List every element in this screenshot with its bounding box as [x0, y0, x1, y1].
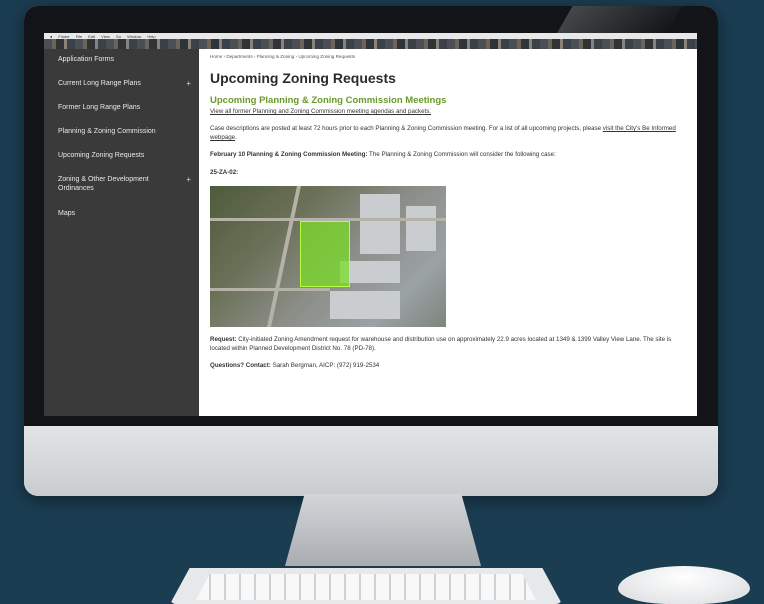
aerial-map-image: [210, 186, 446, 327]
mouse: [618, 566, 750, 604]
sidebar-item-maps[interactable]: Maps: [44, 209, 199, 233]
page-content: Application Forms Current Long Range Pla…: [44, 49, 697, 416]
sidebar-item-planning-zoning-commission[interactable]: Planning & Zoning Commission: [44, 127, 199, 151]
sidebar-item-current-long-range-plans[interactable]: Current Long Range Plans +: [44, 79, 199, 103]
menubar-item[interactable]: Window: [127, 34, 141, 39]
sidebar-item-zoning-ordinances[interactable]: Zoning & Other Development Ordinances +: [44, 175, 199, 209]
building-shape: [360, 194, 400, 254]
request-label: Request:: [210, 336, 237, 343]
sidebar-nav: Application Forms Current Long Range Pla…: [44, 49, 199, 416]
page-title: Upcoming Zoning Requests: [210, 70, 396, 86]
request-paragraph: Request: City-initiated Zoning Amendment…: [210, 335, 687, 353]
glass-reflection: [555, 6, 683, 36]
sidebar-item-label: Former Long Range Plans: [58, 104, 141, 111]
contact-text: Sarah Bergman, AICP: (972) 919-2534: [270, 362, 380, 369]
view-all-paragraph: View all former Planning and Zoning Comm…: [210, 107, 687, 116]
plus-icon[interactable]: +: [186, 79, 191, 88]
building-shape: [330, 291, 400, 319]
view-all-meetings-link[interactable]: View all former Planning and Zoning Comm…: [210, 108, 431, 115]
sidebar-item-label: Zoning & Other Development Ordinances: [58, 176, 149, 192]
road-shape: [267, 186, 301, 327]
monitor-stand: [285, 494, 481, 566]
breadcrumb[interactable]: Home › Departments › Planning & Zoning ›…: [210, 52, 687, 61]
menubar-item[interactable]: View: [101, 34, 110, 39]
menubar-item[interactable]: File: [76, 34, 82, 39]
menubar-item[interactable]: Finder: [58, 34, 69, 39]
imac-monitor: ● Finder File Edit View Go Window Help A…: [24, 6, 718, 496]
sidebar-item-upcoming-zoning-requests[interactable]: Upcoming Zoning Requests: [44, 151, 199, 175]
request-text: City-initiated Zoning Amendment request …: [210, 336, 672, 352]
building-shape: [406, 206, 436, 251]
sidebar-item-application-forms[interactable]: Application Forms: [44, 55, 199, 79]
sidebar-item-former-long-range-plans[interactable]: Former Long Range Plans: [44, 103, 199, 127]
section-title: Upcoming Planning & Zoning Commission Me…: [210, 95, 447, 106]
sidebar-item-label: Current Long Range Plans: [58, 80, 141, 87]
monitor-bezel: ● Finder File Edit View Go Window Help A…: [24, 6, 718, 426]
sidebar-item-label: Planning & Zoning Commission: [58, 128, 156, 135]
case-id: 25-ZA-02:: [210, 169, 239, 176]
road-shape: [210, 288, 330, 291]
keyboard-keys: [196, 574, 536, 600]
case-description-paragraph: Case descriptions are posted at least 72…: [210, 124, 687, 142]
sidebar-item-label: Maps: [58, 210, 76, 217]
menubar-item[interactable]: Go: [116, 34, 121, 39]
case-description-end: .: [235, 134, 237, 141]
sidebar-item-label: Application Forms: [58, 56, 115, 63]
main-content: Home › Departments › Planning & Zoning ›…: [199, 49, 697, 416]
menubar-item[interactable]: Edit: [88, 34, 95, 39]
meeting-paragraph: February 10 Planning & Zoning Commission…: [210, 150, 687, 159]
contact-paragraph: Questions? Contact: Sarah Bergman, AICP:…: [210, 361, 687, 370]
browser-screen: ● Finder File Edit View Go Window Help A…: [44, 33, 697, 416]
meeting-label: February 10 Planning & Zoning Commission…: [210, 151, 368, 158]
sidebar-item-label: Upcoming Zoning Requests: [58, 152, 145, 159]
plus-icon[interactable]: +: [186, 175, 191, 184]
case-description-text: Case descriptions are posted at least 72…: [210, 125, 603, 132]
monitor-chin: [24, 426, 718, 496]
menubar-item-apple-icon[interactable]: ●: [50, 34, 52, 39]
meeting-text: The Planning & Zoning Commission will co…: [367, 151, 556, 158]
site-header-banner: [44, 39, 697, 49]
menubar-item[interactable]: Help: [147, 34, 155, 39]
contact-label: Questions? Contact:: [210, 362, 271, 369]
subject-parcel-highlight: [300, 221, 350, 287]
